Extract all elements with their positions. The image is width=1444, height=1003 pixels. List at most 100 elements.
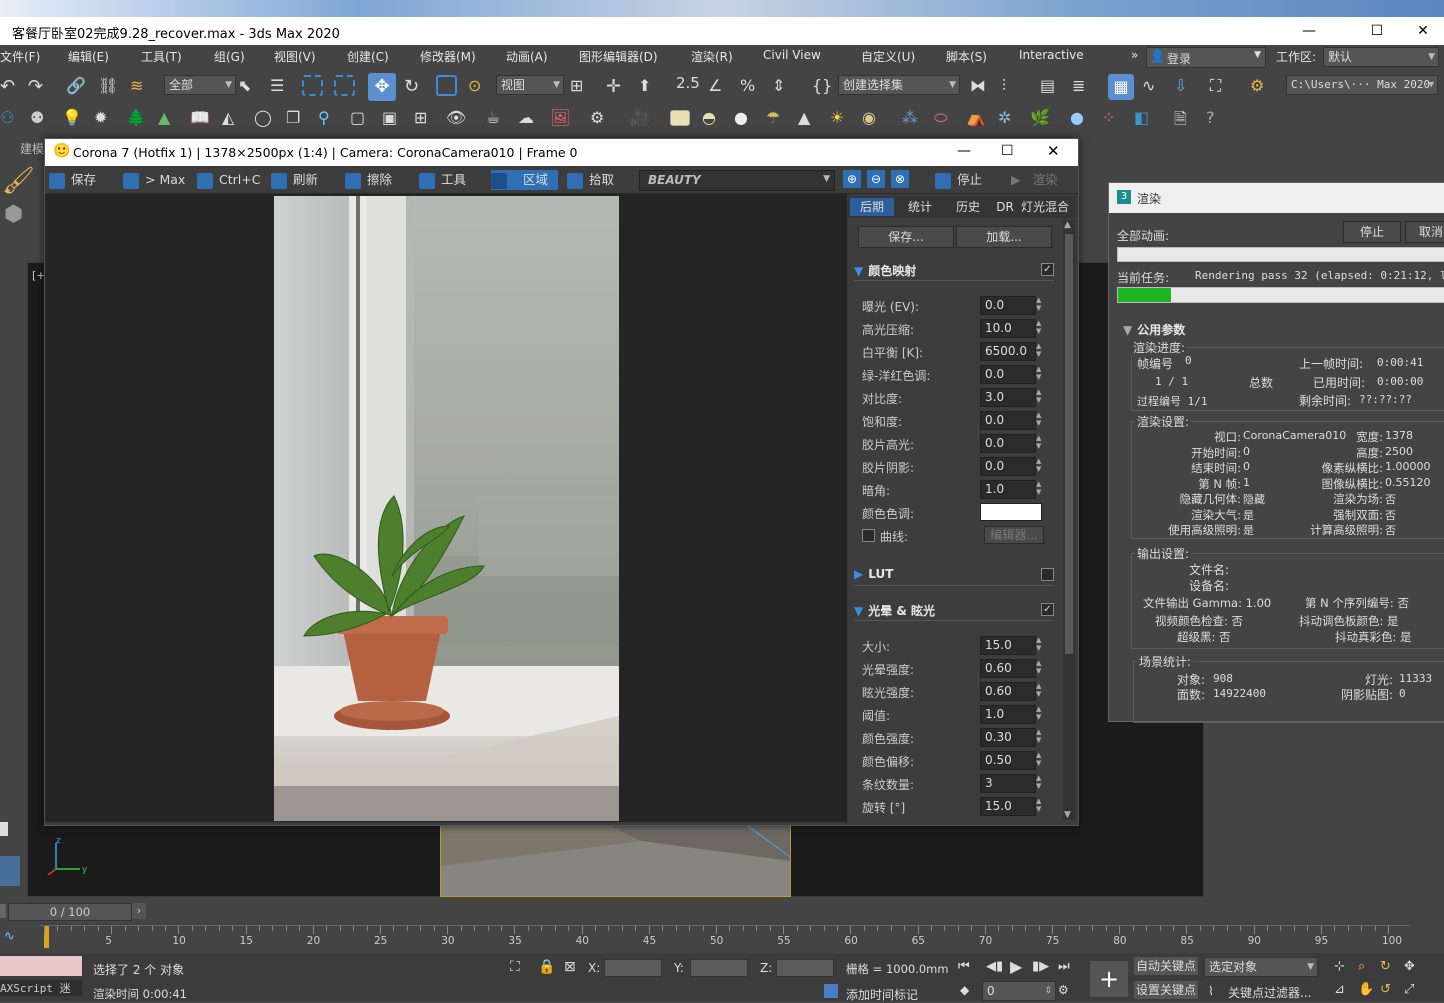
vfb-pick-button[interactable]: 拾取 (567, 170, 614, 190)
tab-post[interactable]: 后期 (850, 198, 894, 216)
select-manipulate-icon[interactable]: ✛ (606, 76, 628, 98)
vfb-refresh-button[interactable]: 刷新 (271, 170, 318, 190)
auto-key-button[interactable]: 自动关键点 (1134, 957, 1198, 975)
book-icon[interactable]: 📖 (190, 108, 212, 130)
ribbon-toggle-icon[interactable]: ▦ (1108, 74, 1134, 100)
menu-overflow[interactable]: » (1131, 48, 1138, 62)
menu-animation[interactable]: 动画(A) (506, 48, 548, 65)
param-input[interactable]: 0.0 (980, 365, 1036, 384)
tone-mapping-checkbox[interactable]: ✓ (1041, 263, 1054, 276)
menu-modifiers[interactable]: 修改器(M) (420, 48, 476, 65)
timeline-left-handle[interactable] (0, 904, 6, 918)
channel-dropdown[interactable]: BEAUTY ▼ (639, 170, 835, 191)
cloud-icon[interactable]: ☁ (518, 108, 540, 130)
spinner-arrows-icon[interactable]: ▲ ▼ (1036, 342, 1041, 358)
plane-light-icon[interactable] (670, 110, 690, 126)
param-input[interactable]: 0.0 (980, 296, 1036, 315)
param-input[interactable]: 1.0 (980, 705, 1036, 724)
menu-civil-view[interactable]: Civil View (763, 48, 821, 62)
vfb-render-button[interactable]: ▶ 渲染 (1011, 170, 1058, 190)
y-coordinate-input[interactable] (690, 959, 748, 977)
menu-edit[interactable]: 编辑(E) (68, 48, 109, 65)
spinner-arrows-icon[interactable]: ▲ ▼ (1036, 797, 1041, 813)
chevron-right-icon[interactable]: › (132, 903, 146, 919)
vfb-clear-button[interactable]: 擦除 (345, 170, 392, 190)
angle-snap-icon[interactable]: ∠ (708, 76, 730, 98)
param-input[interactable]: 1.0 (980, 480, 1036, 499)
pine-tree-icon[interactable]: ▲ (158, 108, 180, 130)
converter-icon[interactable]: ⚙ (590, 108, 612, 130)
sun-icon[interactable]: ✹ (94, 108, 116, 130)
param-input[interactable]: 10.0 (980, 319, 1036, 338)
panel-collapse-handle[interactable] (0, 822, 8, 836)
tone-mapping-header[interactable]: ▼ 颜色映射 (854, 262, 1054, 279)
lut-checkbox[interactable] (1041, 568, 1054, 581)
post-save-button[interactable]: 保存... (858, 226, 954, 248)
scene-explorer-icon[interactable]: ▤ (1040, 76, 1062, 98)
render-stop-button[interactable]: 停止 (1343, 221, 1401, 243)
maximize-button[interactable]: ☐ (1354, 19, 1400, 43)
maxscript-listener[interactable] (0, 956, 82, 976)
orbit-subobject-icon[interactable]: ↺ (1380, 982, 1391, 997)
lut-header[interactable]: ▶ LUT (854, 567, 1054, 581)
z-coordinate-input[interactable] (776, 959, 834, 977)
render-window-icon[interactable]: ◧ (1134, 108, 1156, 130)
zoom-extents-icon[interactable]: ⊹ (1334, 959, 1345, 974)
palette-icon[interactable]: ⁘ (1102, 108, 1124, 130)
tree-icon[interactable]: 🌲 (126, 108, 148, 130)
pivot-center-icon[interactable]: ⊞ (570, 76, 592, 98)
undo-icon[interactable]: ↶ (0, 76, 22, 98)
key-filter-icon[interactable]: ⌇ (1208, 984, 1214, 998)
zoom-fit-icon[interactable]: ⊗ (891, 170, 909, 188)
param-input[interactable]: 15.0 (980, 636, 1036, 655)
camera-icon[interactable]: 🎥 (630, 108, 652, 130)
sun-light-icon[interactable]: ☀ (830, 108, 852, 130)
left-mini-button[interactable] (0, 856, 20, 886)
isolate-icon[interactable]: ⛶ (510, 959, 520, 975)
pan-view-icon[interactable]: ✥ (1404, 959, 1415, 974)
color-tint-swatch[interactable] (980, 503, 1042, 521)
spinner-arrows-icon[interactable]: ▲ ▼ (1036, 659, 1041, 675)
spinner-arrows-icon[interactable]: ▲ ▼ (1036, 774, 1041, 790)
tab-history[interactable]: 历史 (946, 198, 990, 216)
eye-icon[interactable]: 👁 (446, 108, 468, 130)
zoom-in-icon[interactable]: ⊕ (843, 170, 861, 188)
close-button[interactable]: ✕ (1400, 19, 1444, 43)
spinner-arrows-icon[interactable]: ▲ ▼ (1036, 751, 1041, 767)
material-editor-icon[interactable]: ⛶ (1210, 76, 1232, 98)
select-by-name-icon[interactable]: ☰ (270, 76, 292, 98)
place-icon[interactable]: ⊙ (468, 76, 490, 98)
menu-graph-editors[interactable]: 图形编辑器(D) (579, 48, 658, 65)
set-key-big-icon[interactable]: + (1090, 961, 1128, 997)
add-time-tag[interactable]: 添加时间标记 (846, 986, 918, 1003)
vfb-minimize-button[interactable]: — (957, 143, 971, 159)
light-bulb-icon[interactable]: 💡 (62, 108, 84, 130)
image-icon[interactable]: 🖼 (550, 108, 572, 130)
vfb-region-button[interactable]: 区域 (491, 170, 559, 190)
select-object-icon[interactable]: ⬉ (238, 76, 260, 98)
previous-frame-icon[interactable]: ◀▮ (986, 959, 1003, 974)
pill-icon[interactable]: ⬭ (934, 108, 956, 130)
teapot-icon[interactable]: ☕ (486, 108, 508, 130)
menu-scripting[interactable]: 脚本(S) (946, 48, 987, 65)
brush-icon[interactable]: 🖌 (2, 166, 35, 196)
spinner-arrows-icon[interactable]: ▲ ▼ (1036, 457, 1041, 473)
menu-create[interactable]: 创建(C) (347, 48, 389, 65)
param-input[interactable]: 6500.0 (980, 342, 1036, 361)
dome-light-icon[interactable]: ◓ (702, 108, 724, 130)
play-icon[interactable]: ▶ (1010, 957, 1022, 976)
absolute-mode-icon[interactable]: ⊠ (564, 959, 576, 975)
set-key-button[interactable]: 设置关键点 (1134, 981, 1198, 999)
zoom-out-icon[interactable]: ⊖ (867, 170, 885, 188)
render-cancel-button[interactable]: 取消 (1405, 221, 1444, 243)
current-frame-input[interactable]: 0 ⇕ (982, 981, 1056, 1001)
align-icon[interactable]: ⫶ (1002, 76, 1024, 98)
menu-rendering[interactable]: 渲染(R) (691, 48, 733, 65)
globe-icon[interactable]: ● (1070, 108, 1092, 130)
x-coordinate-input[interactable] (604, 959, 662, 977)
scatter-icon[interactable]: ⁂ (902, 108, 924, 130)
tab-dr[interactable]: DR (994, 198, 1016, 216)
edit-named-selection-icon[interactable]: {} (812, 76, 834, 98)
project-folder-dropdown[interactable]: C:\Users\··· Max 2020 ▼ (1286, 75, 1438, 95)
group-open-icon[interactable]: ⚉ (30, 108, 52, 130)
